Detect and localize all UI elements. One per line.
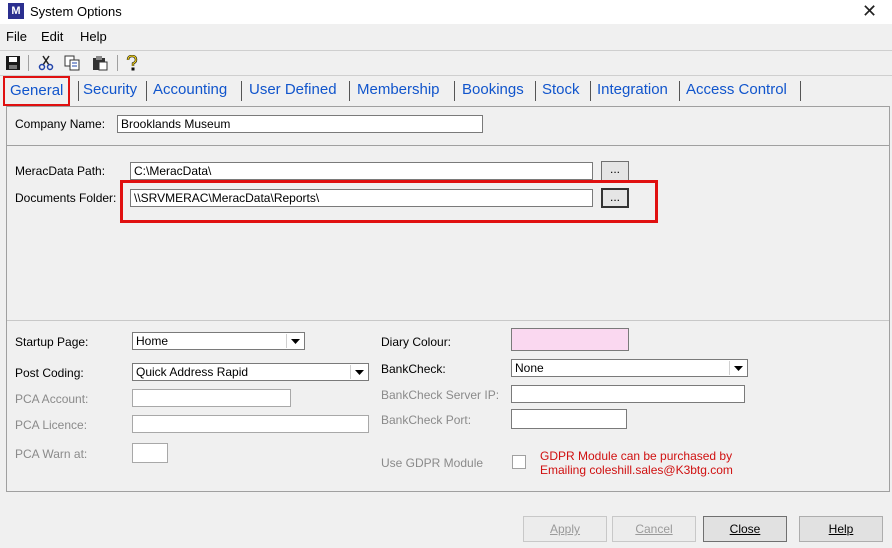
title-bar: M System Options ✕	[0, 0, 892, 24]
tab-separator	[146, 81, 147, 101]
tab-accounting[interactable]: Accounting	[153, 78, 227, 102]
pca-account-label: PCA Account:	[15, 392, 89, 406]
pca-account-field[interactable]	[132, 389, 291, 407]
bankcheck-value: None	[515, 361, 544, 375]
diary-colour-label: Diary Colour:	[381, 335, 452, 349]
pca-licence-field[interactable]	[132, 415, 369, 433]
documents-folder-highlight	[120, 180, 658, 223]
tab-membership[interactable]: Membership	[357, 78, 440, 102]
startup-page-value: Home	[136, 334, 169, 348]
chevron-down-icon[interactable]	[729, 361, 746, 375]
app-icon: M	[8, 3, 24, 19]
paste-icon[interactable]	[92, 55, 108, 71]
cut-icon[interactable]	[38, 55, 54, 71]
company-name-label: Company Name:	[15, 117, 106, 131]
close-button-label: Close	[729, 522, 761, 536]
bankcheck-server-field[interactable]	[511, 385, 745, 403]
help-button[interactable]: Help	[799, 516, 883, 542]
menu-file[interactable]: File	[6, 29, 27, 44]
tab-bookings[interactable]: Bookings	[462, 78, 524, 102]
tab-separator	[349, 81, 350, 101]
apply-button[interactable]: Apply	[523, 516, 607, 542]
help-button-label: Help	[828, 522, 854, 536]
tab-general[interactable]: General	[3, 76, 71, 106]
startup-page-select[interactable]: Home	[132, 332, 305, 350]
gdpr-note: GDPR Module can be purchased by Emailing…	[540, 449, 733, 477]
startup-page-label: Startup Page:	[15, 335, 89, 349]
menu-help[interactable]: Help	[80, 29, 107, 44]
tab-user-defined[interactable]: User Defined	[249, 78, 337, 102]
meracdata-browse-button[interactable]: ...	[601, 161, 629, 181]
tab-separator	[535, 81, 536, 101]
bankcheck-label: BankCheck:	[381, 362, 446, 376]
apply-button-label: Apply	[549, 522, 581, 536]
toolbar-separator	[28, 55, 29, 71]
documents-folder-label: Documents Folder:	[15, 191, 117, 205]
pca-warn-field[interactable]	[132, 443, 168, 463]
close-window-icon[interactable]: ✕	[862, 1, 877, 22]
tab-separator	[679, 81, 680, 101]
close-button[interactable]: Close	[703, 516, 787, 542]
tab-separator	[800, 81, 801, 101]
meracdata-path-label: MeracData Path:	[15, 164, 106, 178]
menu-bar: File Edit Help	[0, 26, 892, 48]
company-name-field[interactable]: Brooklands Museum	[117, 115, 483, 133]
meracdata-path-field[interactable]: C:\MeracData\	[130, 162, 593, 180]
gdpr-note-line1: GDPR Module can be purchased by	[540, 449, 733, 463]
window-title: System Options	[30, 4, 122, 19]
bankcheck-port-field[interactable]	[511, 409, 627, 429]
general-panel: Company Name: Brooklands Museum MeracDat…	[6, 106, 890, 492]
post-coding-label: Post Coding:	[15, 366, 84, 380]
tab-separator	[78, 81, 79, 101]
diary-colour-swatch[interactable]	[511, 328, 629, 351]
tab-access-control[interactable]: Access Control	[686, 78, 787, 102]
toolbar-separator	[117, 55, 118, 71]
gdpr-module-checkbox[interactable]	[512, 455, 526, 469]
copy-icon[interactable]	[64, 55, 80, 71]
bankcheck-server-label: BankCheck Server IP:	[381, 388, 500, 402]
chevron-down-icon[interactable]	[286, 334, 303, 348]
gdpr-note-line2: Emailing coleshill.sales@K3btg.com	[540, 463, 733, 477]
post-coding-value: Quick Address Rapid	[136, 365, 249, 379]
post-coding-select[interactable]: Quick Address Rapid	[132, 363, 369, 381]
tab-stock[interactable]: Stock	[542, 78, 580, 102]
cancel-button-label: Cancel	[635, 522, 673, 536]
menu-edit[interactable]: Edit	[41, 29, 63, 44]
section-divider	[7, 320, 889, 321]
cancel-button[interactable]: Cancel	[612, 516, 696, 542]
save-icon[interactable]	[5, 55, 21, 71]
tab-security[interactable]: Security	[83, 78, 137, 102]
tab-strip: General Security Accounting User Defined…	[3, 76, 887, 106]
tab-separator	[590, 81, 591, 101]
toolbar	[0, 50, 892, 76]
pca-warn-label: PCA Warn at:	[15, 447, 88, 461]
gdpr-module-label: Use GDPR Module	[381, 456, 484, 470]
bankcheck-select[interactable]: None	[511, 359, 748, 377]
tab-separator	[241, 81, 242, 101]
chevron-down-icon[interactable]	[350, 365, 367, 379]
bankcheck-port-label: BankCheck Port:	[381, 413, 472, 427]
help-icon[interactable]	[124, 54, 140, 71]
pca-licence-label: PCA Licence:	[15, 418, 88, 432]
tab-integration[interactable]: Integration	[597, 78, 668, 102]
tab-separator	[454, 81, 455, 101]
section-divider	[7, 145, 889, 146]
